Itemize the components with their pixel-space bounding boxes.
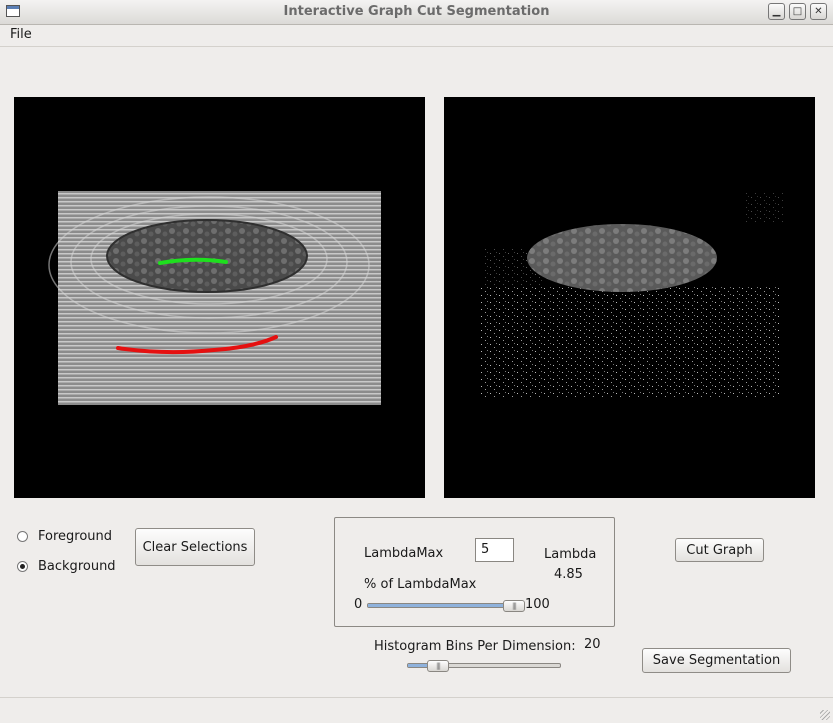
histogram-bins-value: 20: [584, 637, 601, 652]
foreground-radio[interactable]: Foreground: [17, 529, 112, 544]
input-image-panel[interactable]: [14, 97, 425, 498]
lambda-slider-fill: [368, 604, 515, 607]
clear-selections-button[interactable]: Clear Selections: [135, 528, 255, 566]
window-title: Interactive Graph Cut Segmentation: [283, 4, 550, 19]
title-bar: Interactive Graph Cut Segmentation ▁ □ ✕: [0, 0, 833, 25]
radio-circle-selected[interactable]: [17, 561, 28, 572]
lambda-slider-min: 0: [354, 597, 363, 612]
lambda-max-label: LambdaMax: [364, 546, 444, 561]
minimize-icon[interactable]: ▁: [768, 3, 785, 20]
status-bar: [0, 697, 833, 723]
close-icon[interactable]: ✕: [810, 3, 827, 20]
output-image-panel: [444, 97, 815, 498]
histogram-bins-label: Histogram Bins Per Dimension:: [374, 639, 576, 654]
background-radio[interactable]: Background: [17, 559, 116, 574]
background-radio-label: Background: [38, 559, 116, 574]
foreground-radio-label: Foreground: [38, 529, 113, 544]
cut-graph-button[interactable]: Cut Graph: [675, 538, 764, 562]
maximize-icon[interactable]: □: [789, 3, 806, 20]
lambda-value: 4.85: [554, 567, 583, 582]
radio-circle[interactable]: [17, 531, 28, 542]
lambda-slider-max: 100: [525, 597, 550, 612]
menu-bar: File: [0, 24, 833, 47]
input-image[interactable]: [14, 97, 425, 498]
save-segmentation-button[interactable]: Save Segmentation: [642, 648, 791, 673]
histogram-slider-handle[interactable]: |||: [427, 660, 449, 672]
menu-file[interactable]: File: [10, 27, 32, 42]
lambda-percent-slider[interactable]: [367, 603, 519, 608]
resize-grip-icon[interactable]: [820, 710, 830, 720]
lambda-max-input[interactable]: 5: [475, 538, 514, 562]
lambda-slider-handle[interactable]: |||: [503, 600, 525, 612]
output-image: [481, 192, 784, 397]
lambda-label: Lambda: [544, 547, 597, 562]
percent-lambda-max-label: % of LambdaMax: [364, 577, 477, 592]
